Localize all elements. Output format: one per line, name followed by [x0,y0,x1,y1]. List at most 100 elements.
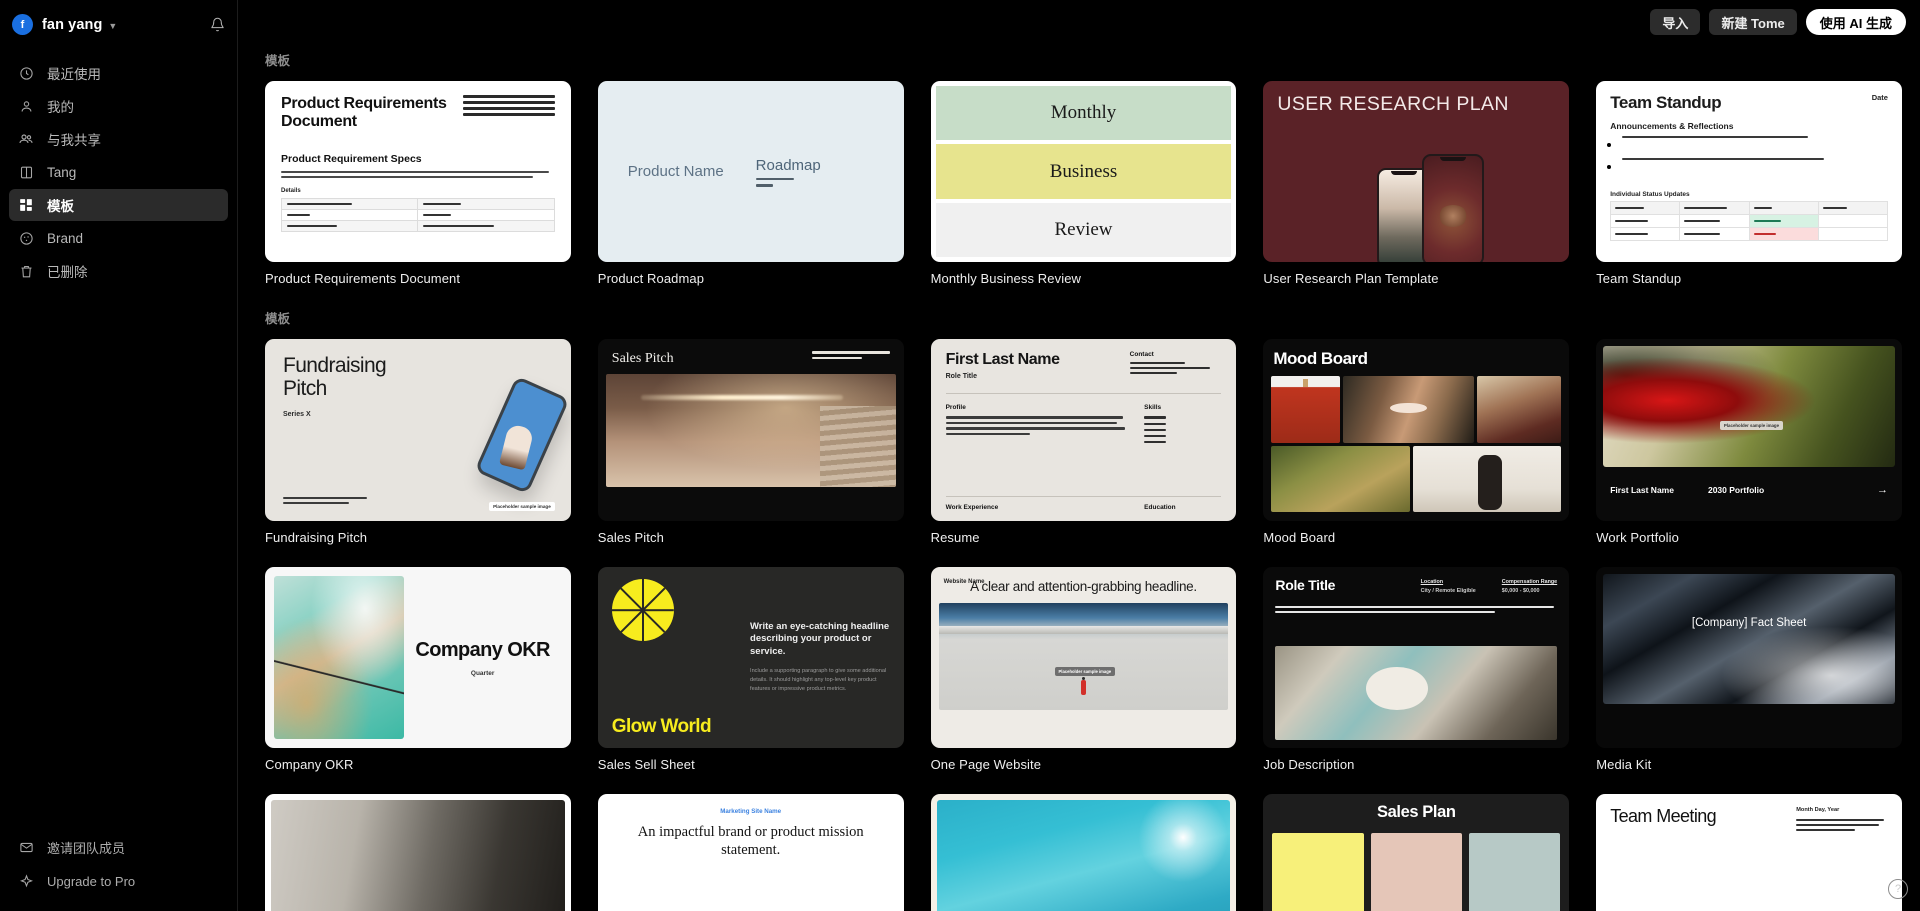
template-caption: Sales Pitch [597,529,664,545]
template-caption: Product Roadmap [597,271,705,287]
template-card-portfolio[interactable]: Placeholder sample image First Last Name… [1596,339,1902,545]
template-card-roadmap[interactable]: Product Name Roadmap Product Roadmap [597,81,904,287]
template-card-mbr[interactable]: Monthly Business Review Monthly Business… [930,81,1237,286]
template-card-user-research[interactable]: USER RESEARCH PLAN User Research Plan Te… [1263,81,1570,287]
saltflat-photo: Placeholder sample image [938,602,1229,711]
template-thumbnail[interactable]: Monthly Business Review [930,81,1237,263]
table-row [280,220,555,232]
template-thumbnail[interactable]: Company OKR Quarter [265,566,571,749]
jobdesc-photo [1275,645,1558,741]
template-caption: Product Requirements Document [265,271,461,287]
table-row [280,209,555,221]
template-card-team-meeting[interactable]: Team Meeting Month Day, Year [1596,794,1902,911]
generate-with-ai-button[interactable]: 使用 AI 生成 [1805,9,1906,35]
sales-pitch-desc [811,351,890,367]
template-card-prd[interactable]: Product Requirements Document Product Re… [265,81,571,286]
template-card-team-standup[interactable]: Date Team Standup Announcements & Reflec… [1596,81,1902,286]
standup-title: Team Standup [1610,93,1722,112]
mail-icon [18,839,34,855]
resume-profile-label: Profile [945,404,966,412]
template-card-marketing-strategy[interactable]: Marketing Strategy [930,794,1237,911]
chevron-down-icon[interactable]: ▼ [108,21,117,31]
template-card-sales-pitch[interactable]: Sales Pitch Sales Pitch [597,339,904,545]
template-caption: Media Kit [1596,757,1652,773]
template-thumbnail[interactable]: Date Team Standup Announcements & Reflec… [1596,81,1902,263]
template-card-okr[interactable]: Company OKR Quarter Company OKR [265,566,571,772]
sidebar-user-row[interactable]: f fan yang ▼ [0,0,237,39]
portfolio-name: First Last Name [1610,485,1674,496]
template-caption: Work Portfolio [1596,529,1679,545]
template-thumbnail[interactable]: Marketing Site Name An impactful brand o… [597,794,904,911]
upgrade-pro-button[interactable]: Upgrade to Pro [9,865,228,897]
sidebar-item-mine[interactable]: 我的 [9,90,228,122]
table-row [280,198,555,210]
template-thumbnail[interactable]: Mood Board [1263,339,1570,521]
main-content: 导入 新建 Tome 使用 AI 生成 模板 Product Requireme… [238,0,1920,911]
bell-icon[interactable] [210,17,225,32]
template-thumbnail[interactable]: Sales Pitch [597,339,904,521]
template-thumbnail[interactable]: USER RESEARCH PLAN [1263,81,1570,263]
invite-team-button[interactable]: 邀请团队成员 [9,831,228,863]
template-thumbnail[interactable]: First Last Name Role Title Contact Profi… [930,339,1237,521]
prd-table [280,198,555,232]
template-thumbnail[interactable]: Fundraising Pitch Series X Placeholder s… [265,339,571,521]
template-card-resume[interactable]: First Last Name Role Title Contact Profi… [930,339,1237,545]
interior-photo [605,374,896,487]
template-caption: User Research Plan Template [1263,271,1439,287]
mbr-band-monthly: Monthly [935,86,1232,141]
moodboard-title: Mood Board [1273,349,1368,369]
template-thumbnail[interactable]: Role Title Location City / Remote Eligib… [1263,566,1570,749]
urp-title: USER RESEARCH PLAN [1277,93,1509,115]
sidebar-item-brand[interactable]: Brand [9,222,228,254]
new-tome-button[interactable]: 新建 Tome [1709,9,1797,35]
template-card-moodboard[interactable]: Mood Board Mood Board [1263,339,1570,545]
resume-skills: Skills [1144,404,1221,446]
prd-meta [463,95,555,119]
template-thumbnail[interactable]: Product Name Roadmap [597,81,904,263]
template-thumbnail[interactable]: [Company] Fact Sheet [1596,566,1902,749]
sidebar-item-recent[interactable]: 最近使用 [9,57,228,89]
template-card-mission-statement[interactable]: Marketing Site Name An impactful brand o… [597,794,904,911]
template-thumbnail[interactable]: Sales Plan [1263,794,1570,911]
import-button[interactable]: 导入 [1650,9,1701,35]
moodboard-grid-top [1271,376,1562,443]
template-caption: Resume [930,529,980,545]
help-button[interactable]: ? [1888,879,1908,899]
roadmap-product-name: Product Name [627,163,724,181]
template-card-jobdesc[interactable]: Role Title Location City / Remote Eligib… [1263,566,1570,772]
template-card-sellsheet[interactable]: Glow World Write an eye-catching headlin… [597,566,904,772]
resume-education-label: Education [1144,503,1176,511]
template-thumbnail[interactable]: Team Meeting Month Day, Year [1596,794,1902,911]
sidebar-item-tang[interactable]: Tang [9,156,228,188]
sidebar-item-shared[interactable]: 与我共享 [9,123,228,155]
template-caption: Team Standup [1596,271,1682,287]
sales-pitch-title: Sales Pitch [611,351,674,367]
template-card-onepage[interactable]: Website Name A clear and attention-grabb… [930,566,1237,772]
sidebar-item-templates[interactable]: 模板 [9,189,228,221]
fundraising-title: Fundraising Pitch [283,354,387,401]
arrow-right-icon: → [1876,484,1888,497]
salesplan-blocks [1272,833,1561,911]
resume-footer: Work Experience Education [945,495,1222,511]
sidebar-item-deleted[interactable]: 已删除 [9,255,228,287]
template-card-mediakit[interactable]: [Company] Fact Sheet Media Kit [1596,566,1902,773]
template-card-sales-plan[interactable]: Sales Plan [1263,794,1570,911]
prd-paragraph [281,170,555,178]
sidebar-item-label: 与我共享 [47,133,101,148]
user-name: fan yang [42,16,103,33]
placeholder-tag: Placeholder sample image [489,501,555,511]
template-card-fundraising[interactable]: Fundraising Pitch Series X Placeholder s… [265,339,571,545]
prd-section-title: Product Requirement Specs [281,152,422,165]
template-thumbnail[interactable]: Placeholder sample image First Last Name… [1596,339,1902,521]
template-thumbnail[interactable]: Marketing Strategy [930,794,1237,911]
template-thumbnail[interactable]: Product Requirements Document Product Re… [265,81,571,263]
template-card-creative-review[interactable]: Creative Review → Project Name [265,794,571,911]
section-label: 模板 [265,54,291,68]
template-thumbnail[interactable]: Creative Review → Project Name [265,794,571,911]
placeholder-tag: Placeholder sample image [1054,667,1116,677]
template-thumbnail[interactable]: Website Name A clear and attention-grabb… [930,566,1237,749]
table-row [1610,201,1888,215]
roadmap-sublines [755,177,821,187]
roadmap-title: Roadmap [755,156,821,174]
template-thumbnail[interactable]: Glow World Write an eye-catching headlin… [597,566,904,749]
